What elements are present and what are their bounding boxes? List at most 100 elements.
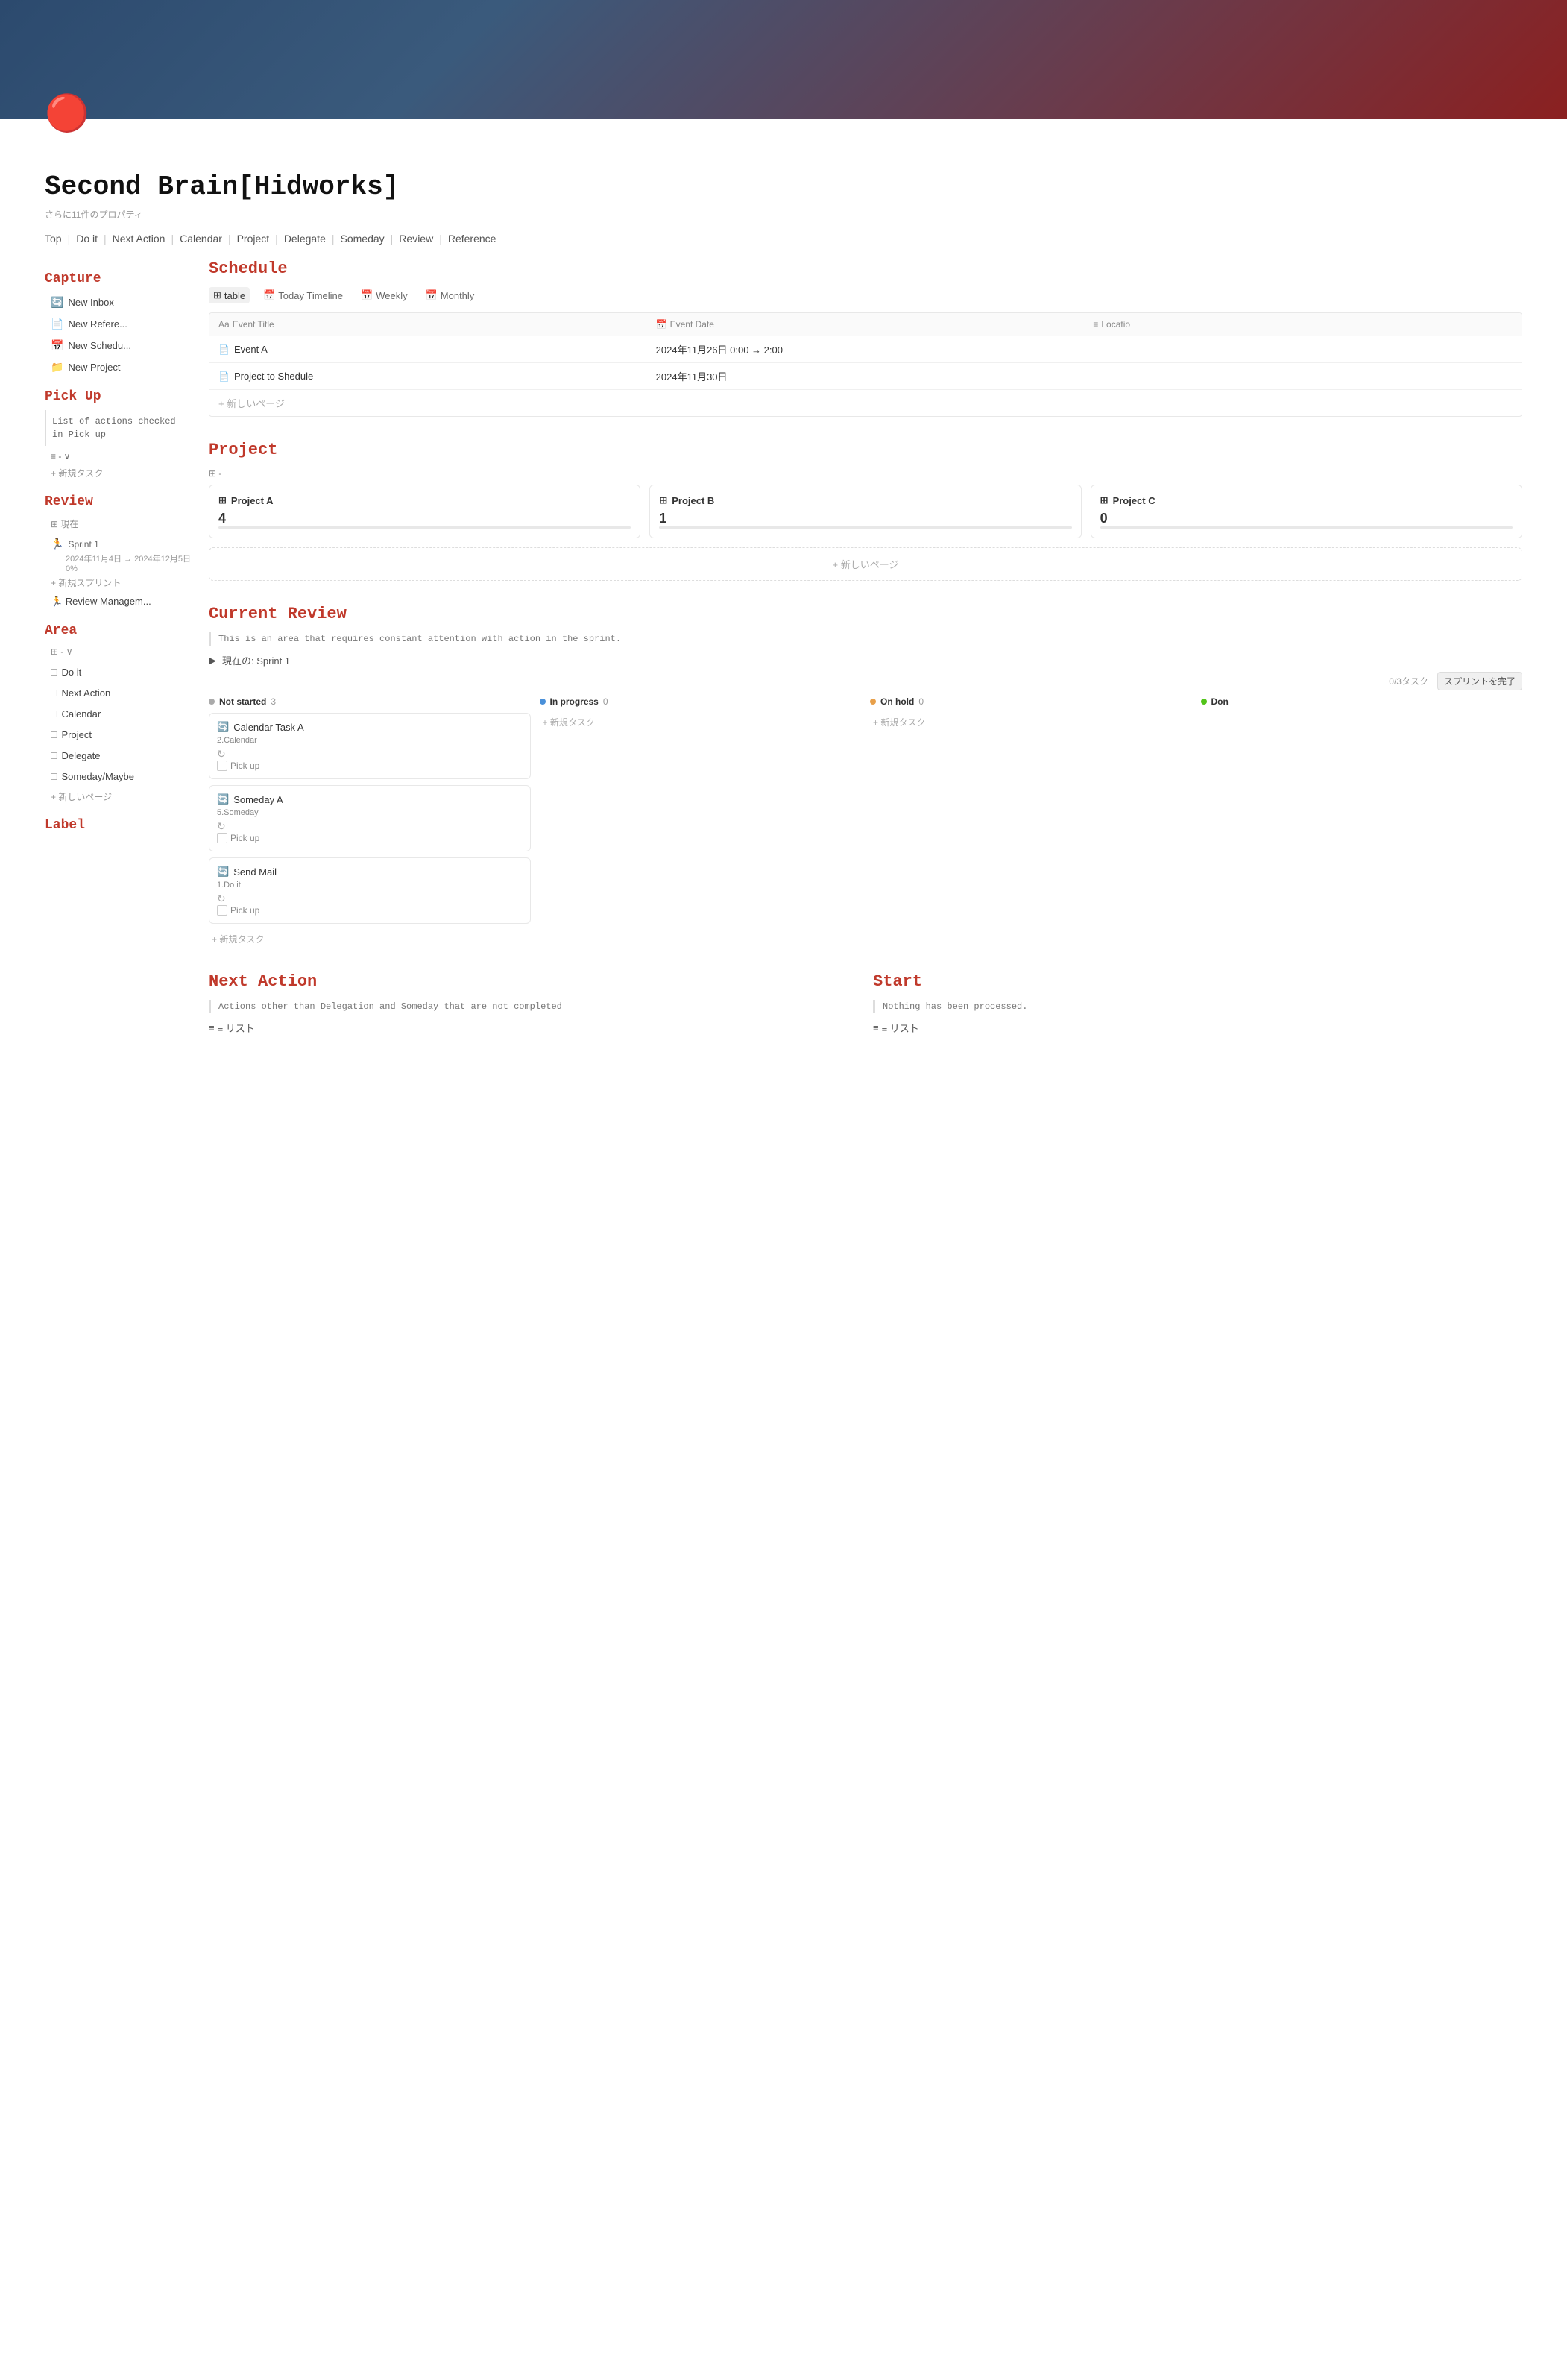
schedule-table: Aa Event Title 📅 Event Date ≡ Locatio <box>209 312 1522 417</box>
page-icon-project: □ <box>51 728 57 740</box>
table-icon: ⊞ <box>213 289 221 301</box>
start-desc: Nothing has been processed. <box>873 1000 1522 1013</box>
add-task-in-progress[interactable]: + 新規タスク <box>540 713 862 731</box>
sidebar-item-calendar[interactable]: □ Calendar <box>45 704 194 723</box>
page-tabs: Top | Do it | Next Action | Calendar | P… <box>45 233 1522 245</box>
tab-reference[interactable]: Reference <box>448 233 496 245</box>
checkbox-someday[interactable] <box>217 833 227 843</box>
page-icon: 🔴 <box>45 92 89 134</box>
task-checkbox-send-mail[interactable]: Pick up <box>217 905 523 916</box>
start-list[interactable]: ≡ ≡ リスト <box>873 1021 1522 1035</box>
schedule-tab-weekly[interactable]: 📅 Weekly <box>356 287 412 303</box>
tab-review[interactable]: Review <box>399 233 433 245</box>
project-b-bar <box>659 526 1071 529</box>
project-card-b[interactable]: ⊞ Project B 1 <box>649 485 1081 538</box>
sidebar-item-new-schedule[interactable]: 📅 New Schedu... <box>45 336 194 356</box>
text-icon: Aa <box>218 319 230 330</box>
task-checkbox-calendar[interactable]: Pick up <box>217 761 523 771</box>
task-sub-send-mail: 1.Do it <box>217 881 523 890</box>
sidebar-review-db[interactable]: ⊞ 現在 <box>45 515 194 532</box>
sidebar-review-title: Review <box>45 494 194 509</box>
date-icon: 📅 <box>656 319 667 330</box>
sidebar-new-task-pickup[interactable]: + 新規タスク <box>45 464 194 482</box>
sprint-meta: 0/3タスク スプリントを完了 <box>209 672 1522 690</box>
dot-on-hold <box>870 699 876 705</box>
table-row[interactable]: 📄 Event A 2024年11月26日 0:00 → 2:00 <box>209 336 1522 363</box>
tab-delegate[interactable]: Delegate <box>284 233 326 245</box>
project-db[interactable]: ⊞ - <box>209 468 1522 479</box>
task-card-send-mail[interactable]: 🔄 Send Mail 1.Do it ↻ Pick up <box>209 857 531 924</box>
add-task-on-hold[interactable]: + 新規タスク <box>870 713 1192 731</box>
sidebar-item-next-action[interactable]: □ Next Action <box>45 683 194 702</box>
list-icon-start: ≡ <box>873 1022 879 1033</box>
sprint-header: ▶ 現在の: Sprint 1 <box>209 653 1522 667</box>
schedule-tab-monthly[interactable]: 📅 Monthly <box>421 287 479 303</box>
project-grid-icon-b: ⊞ <box>659 494 667 506</box>
sidebar-new-sprint[interactable]: + 新規スプリント <box>45 573 194 592</box>
tab-someday[interactable]: Someday <box>341 233 385 245</box>
start-title: Start <box>873 972 1522 991</box>
sidebar-sprint-item[interactable]: 🏃 Sprint 1 <box>45 535 194 552</box>
sidebar-item-do-it[interactable]: □ Do it <box>45 662 194 681</box>
tab-project[interactable]: Project <box>237 233 270 245</box>
sidebar-item-someday[interactable]: □ Someday/Maybe <box>45 766 194 786</box>
schedule-tab-timeline[interactable]: 📅 Today Timeline <box>259 287 347 303</box>
project-grid-icon-c: ⊞ <box>1100 494 1109 506</box>
tab-next-action[interactable]: Next Action <box>113 233 165 245</box>
page-properties[interactable]: さらに11件のプロパティ <box>45 208 1522 221</box>
start-section: Start Nothing has been processed. ≡ ≡ リス… <box>873 972 1522 1035</box>
project-card-c[interactable]: ⊞ Project C 0 <box>1091 485 1522 538</box>
event-page-icon-2: 📄 <box>218 371 230 382</box>
sidebar-pickup-sub[interactable]: ≡ - ∨ <box>45 449 194 464</box>
sidebar-area-db[interactable]: ⊞ - ∨ <box>45 644 194 659</box>
project-add-card[interactable]: + 新しいページ <box>209 547 1522 581</box>
sidebar-item-delegate[interactable]: □ Delegate <box>45 746 194 765</box>
sidebar-item-project[interactable]: □ Project <box>45 725 194 744</box>
event-location-cell <box>1084 336 1522 362</box>
next-action-section: Next Action Actions other than Delegatio… <box>209 972 858 1035</box>
sidebar: Capture 🔄 New Inbox 📄 New Refere... 📅 Ne… <box>45 259 194 1059</box>
sidebar-item-new-project[interactable]: 📁 New Project <box>45 357 194 377</box>
kanban-on-hold: On hold 0 + 新規タスク <box>870 696 1192 948</box>
task-card-calendar[interactable]: 🔄 Calendar Task A 2.Calendar ↻ Pick up <box>209 713 531 779</box>
sprint-complete-button[interactable]: スプリントを完了 <box>1437 672 1522 690</box>
next-action-desc: Actions other than Delegation and Someda… <box>209 1000 858 1013</box>
project-c-num: 0 <box>1100 511 1513 526</box>
task-spinner-someday: ↻ <box>217 820 523 833</box>
col-event-date: 📅 Event Date <box>647 313 1085 336</box>
next-action-list[interactable]: ≡ ≡ リスト <box>209 1021 858 1035</box>
sidebar-new-page[interactable]: + 新しいページ <box>45 787 194 806</box>
event-date-cell-2: 2024年11月30日 <box>647 363 1085 389</box>
project-grid-icon-a: ⊞ <box>218 494 227 506</box>
schedule-title: Schedule <box>209 259 1522 278</box>
table-row[interactable]: 📄 Project to Shedule 2024年11月30日 <box>209 363 1522 390</box>
task-spinner-calendar: ↻ <box>217 748 523 761</box>
schedule-icon: 📅 <box>51 339 63 352</box>
event-date-cell: 2024年11月26日 0:00 → 2:00 <box>647 336 1085 362</box>
task-sync-icon: 🔄 <box>217 721 229 733</box>
inbox-icon: 🔄 <box>51 296 63 309</box>
sidebar-review-mgmt[interactable]: 🏃 Review Managem... <box>45 592 194 611</box>
project-a-bar <box>218 526 631 529</box>
add-task-not-started[interactable]: + 新規タスク <box>209 930 531 948</box>
schedule-add-row[interactable]: + 新しいページ <box>209 390 1522 416</box>
sprint-pct: 0% <box>66 564 194 573</box>
tab-calendar[interactable]: Calendar <box>180 233 222 245</box>
current-review-section: Current Review This is an area that requ… <box>209 605 1522 948</box>
page-icon-calendar: □ <box>51 708 57 720</box>
tab-top[interactable]: Top <box>45 233 62 245</box>
tab-do-it[interactable]: Do it <box>76 233 98 245</box>
sidebar-item-new-reference[interactable]: 📄 New Refere... <box>45 314 194 334</box>
checkbox-calendar[interactable] <box>217 761 227 771</box>
content-area: Schedule ⊞ table 📅 Today Timeline 📅 Week… <box>209 259 1522 1059</box>
kanban-grid: Not started 3 🔄 Calendar Task A 2.Calend… <box>209 696 1522 948</box>
next-action-title: Next Action <box>209 972 858 991</box>
project-card-a[interactable]: ⊞ Project A 4 <box>209 485 640 538</box>
task-checkbox-someday[interactable]: Pick up <box>217 833 523 843</box>
task-card-someday[interactable]: 🔄 Someday A 5.Someday ↻ Pick up <box>209 785 531 851</box>
sidebar-pickup-title: Pick Up <box>45 389 194 404</box>
checkbox-send-mail[interactable] <box>217 905 227 916</box>
schedule-tab-table[interactable]: ⊞ table <box>209 287 250 303</box>
sidebar-item-new-inbox[interactable]: 🔄 New Inbox <box>45 292 194 312</box>
kanban-not-started: Not started 3 🔄 Calendar Task A 2.Calend… <box>209 696 531 948</box>
